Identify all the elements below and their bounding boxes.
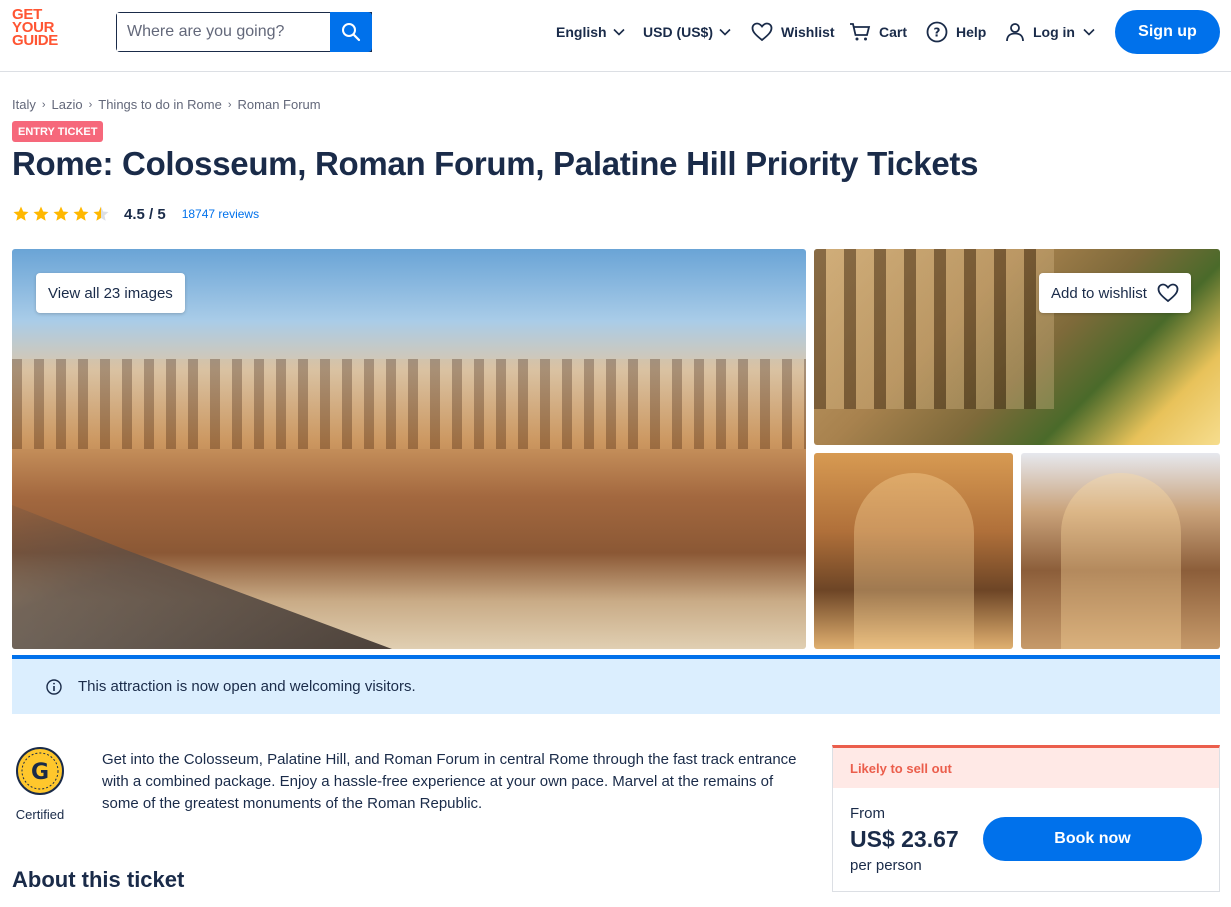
- certified-badge-icon: G: [16, 747, 64, 795]
- booking-card: Likely to sell out From US$ 23.67 per pe…: [832, 745, 1220, 892]
- cart-icon: [850, 23, 871, 41]
- notice-text: This attraction is now open and welcomin…: [78, 678, 416, 695]
- star-icon: [73, 206, 89, 221]
- search-bar: [116, 12, 372, 52]
- star-icon: [33, 206, 49, 221]
- site-header: GET YOUR GUIDE English USD (US$) Wishlis…: [0, 0, 1231, 72]
- certified-badge: G Certified: [14, 746, 66, 822]
- half-star-icon: [93, 206, 109, 221]
- chevron-down-icon: [719, 28, 731, 36]
- rating-value: 4.5 / 5: [124, 205, 166, 223]
- svg-text:?: ?: [934, 26, 941, 40]
- language-label: English: [556, 24, 607, 40]
- book-now-button[interactable]: Book now: [983, 817, 1202, 861]
- user-icon: [1006, 23, 1024, 42]
- certified-label: Certified: [15, 807, 65, 822]
- wishlist-link[interactable]: Wishlist: [751, 20, 835, 44]
- chevron-down-icon: [612, 28, 625, 36]
- rating-summary: 4.5 / 5 18747 reviews: [12, 203, 259, 225]
- breadcrumb-separator: ›: [227, 98, 232, 111]
- open-notice-banner: This attraction is now open and welcomin…: [12, 659, 1220, 714]
- cart-label: Cart: [879, 24, 908, 40]
- chevron-down-icon: [1083, 28, 1095, 36]
- star-icon: [13, 206, 29, 221]
- breadcrumb-things-to-do[interactable]: Things to do in Rome: [98, 97, 222, 112]
- reviews-link[interactable]: 18747 reviews: [182, 207, 259, 221]
- svg-text:G: G: [31, 760, 49, 785]
- breadcrumb-separator: ›: [88, 98, 93, 111]
- add-to-wishlist-label: Add to wishlist: [1051, 284, 1147, 302]
- breadcrumb-separator: ›: [41, 98, 46, 111]
- gallery-image-bottom-left[interactable]: [814, 453, 1013, 649]
- breadcrumb-roman-forum[interactable]: Roman Forum: [238, 97, 321, 112]
- gallery-image-bottom-right[interactable]: [1021, 453, 1220, 649]
- info-icon: [46, 678, 62, 695]
- star-icon: [53, 206, 69, 221]
- page-title: Rome: Colosseum, Roman Forum, Palatine H…: [12, 145, 979, 182]
- heart-icon: [751, 22, 773, 42]
- logo-line-3: GUIDE: [12, 32, 59, 49]
- about-section-title: About this ticket: [12, 867, 185, 892]
- breadcrumb-lazio[interactable]: Lazio: [52, 97, 83, 112]
- price-value: US$ 23.67: [850, 826, 959, 852]
- currency-selector[interactable]: USD (US$): [643, 20, 731, 44]
- entry-ticket-badge: ENTRY TICKET: [12, 121, 104, 142]
- currency-label: USD (US$): [643, 24, 714, 40]
- activity-description: Get into the Colosseum, Palatine Hill, a…: [102, 751, 797, 812]
- help-label: Help: [956, 24, 987, 40]
- price-from-label: From: [850, 805, 885, 822]
- help-link[interactable]: ? Help: [926, 20, 986, 44]
- urgency-banner: Likely to sell out: [833, 748, 1219, 788]
- view-all-images-button[interactable]: View all 23 images: [36, 273, 185, 313]
- price-unit: per person: [850, 857, 922, 874]
- getyourguide-logo[interactable]: GET YOUR GUIDE: [12, 7, 72, 49]
- login-menu[interactable]: Log in: [1005, 20, 1095, 44]
- breadcrumb: Italy › Lazio › Things to do in Rome › R…: [12, 97, 321, 112]
- language-selector[interactable]: English: [556, 20, 625, 44]
- wishlist-label: Wishlist: [781, 24, 835, 40]
- search-icon: [342, 23, 361, 42]
- signup-button[interactable]: Sign up: [1115, 10, 1220, 54]
- login-label: Log in: [1033, 24, 1075, 40]
- help-icon: ?: [926, 21, 948, 43]
- star-rating: [12, 205, 110, 223]
- breadcrumb-italy[interactable]: Italy: [12, 97, 36, 112]
- add-to-wishlist-button[interactable]: Add to wishlist: [1039, 273, 1191, 313]
- cart-link[interactable]: Cart: [849, 20, 907, 44]
- search-button[interactable]: [330, 12, 372, 52]
- heart-icon: [1157, 283, 1179, 303]
